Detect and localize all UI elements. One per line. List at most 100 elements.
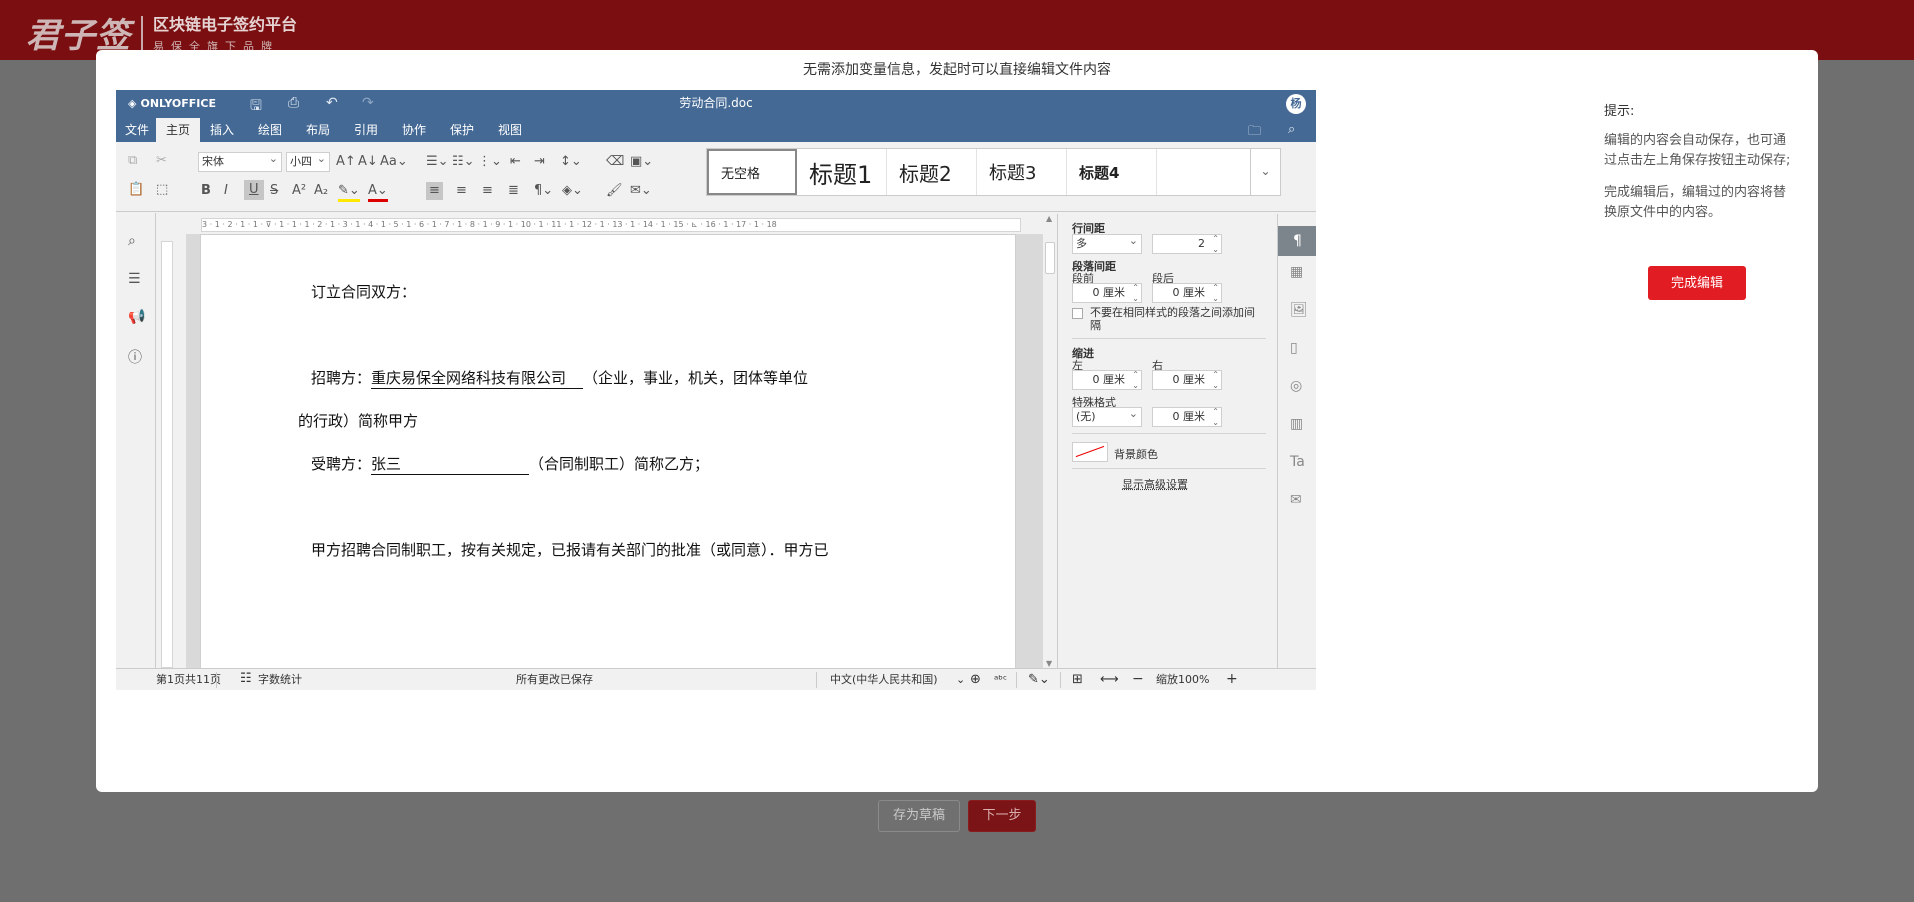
special-format-amount[interactable]: 0 厘米	[1152, 406, 1222, 428]
page-counter[interactable]: 第1页共11页	[156, 669, 221, 690]
shading-icon[interactable]: ◈⌄	[562, 183, 583, 199]
table-settings-icon[interactable]: ▦	[1290, 264, 1303, 280]
zoom-out-icon[interactable]: −	[1132, 669, 1144, 690]
shape-settings-icon[interactable]: ◎	[1290, 378, 1302, 394]
save-draft-button[interactable]: 存为草稿	[878, 800, 960, 832]
increase-indent-icon[interactable]: ⇥	[534, 154, 545, 170]
spellcheck-icon[interactable]: ᵃᵇᶜ	[994, 669, 1007, 690]
fit-page-icon[interactable]: ⊞	[1072, 669, 1083, 690]
navigation-icon[interactable]: ☰	[128, 271, 141, 287]
increase-font-icon[interactable]: A↑	[336, 154, 356, 170]
paste-icon[interactable]: 📋	[128, 182, 144, 198]
select-all-icon[interactable]: ⬚	[156, 182, 168, 198]
numbering-icon[interactable]: ☷⌄	[452, 154, 475, 170]
language-select[interactable]: 中文(中华人民共和国)	[830, 669, 938, 690]
open-folder-icon[interactable]: 🗀	[1248, 122, 1261, 144]
menu-view[interactable]: 视图	[490, 118, 530, 142]
bold-icon[interactable]: B	[201, 183, 211, 199]
color-scheme-icon[interactable]: ▣⌄	[630, 154, 653, 170]
highlight-icon[interactable]: ✎⌄	[338, 183, 360, 202]
employer-field[interactable]: 重庆易保全网络科技有限公司	[371, 367, 584, 389]
next-step-button[interactable]: 下一步	[968, 800, 1036, 832]
search-icon[interactable]: ⌕	[1288, 122, 1295, 137]
decrease-font-icon[interactable]: A↓	[358, 154, 378, 170]
feedback-icon[interactable]: 📢	[128, 309, 145, 325]
logo-divider	[141, 15, 143, 50]
mail-merge-icon[interactable]: ✉⌄	[630, 183, 652, 199]
spacing-after-input[interactable]: 0 厘米	[1152, 282, 1222, 304]
superscript-icon[interactable]: A²	[292, 183, 306, 199]
image-settings-icon[interactable]: 🖼	[1290, 302, 1308, 318]
menu-protect[interactable]: 保护	[442, 118, 482, 142]
style-heading1[interactable]: 标题1	[797, 149, 887, 195]
menu-home[interactable]: 主页	[156, 118, 200, 142]
indent-left-input[interactable]: 0 厘米	[1072, 369, 1142, 391]
menu-references[interactable]: 引用	[346, 118, 386, 142]
employee-field[interactable]: 张三	[371, 453, 530, 475]
paragraph-marks-icon[interactable]: ¶⌄	[534, 183, 553, 199]
header-footer-icon[interactable]: ▯	[1290, 340, 1298, 356]
align-right-icon[interactable]: ≡	[482, 183, 493, 199]
style-heading4[interactable]: 标题4	[1067, 149, 1157, 195]
zoom-level[interactable]: 缩放100%	[1156, 669, 1209, 690]
background-color-picker[interactable]	[1072, 442, 1108, 462]
special-format-select[interactable]: (无)	[1072, 405, 1142, 427]
underline-icon[interactable]: U	[244, 180, 264, 200]
subscript-icon[interactable]: A₂	[314, 183, 328, 199]
no-spacing-checkbox[interactable]	[1072, 308, 1083, 319]
menu-file[interactable]: 文件	[120, 118, 154, 142]
scroll-down-icon[interactable]: ▼	[1046, 659, 1052, 668]
advanced-settings-link[interactable]: 显示高级设置	[1122, 476, 1188, 492]
align-center-icon[interactable]: ≡	[456, 183, 467, 199]
user-avatar[interactable]: 杨	[1286, 94, 1306, 114]
scroll-up-icon[interactable]: ▲	[1046, 214, 1052, 223]
document-scrollbar[interactable]: ▲ ▼	[1043, 214, 1057, 668]
menu-draw[interactable]: 绘图	[250, 118, 290, 142]
word-count-icon[interactable]: ☷	[240, 668, 252, 689]
justify-icon[interactable]: ≣	[508, 183, 519, 199]
document-page[interactable]: 订立合同双方： 招聘方： 重庆易保全网络科技有限公司 （企业，事业，机关，团体等…	[200, 234, 1016, 668]
line-spacing-type-select[interactable]: 多	[1072, 232, 1142, 254]
clear-style-icon[interactable]: ⌫	[606, 154, 624, 170]
font-size-select[interactable]: 小四	[286, 150, 330, 172]
line-spacing-icon[interactable]: ↕⌄	[560, 154, 582, 170]
indent-right-input[interactable]: 0 厘米	[1152, 369, 1222, 391]
language-dropdown-icon[interactable]: ⌄	[956, 669, 965, 690]
font-color-icon[interactable]: A⌄	[368, 183, 388, 202]
paragraph-settings-icon[interactable]: ¶	[1278, 226, 1316, 256]
copy-icon[interactable]: ⧉	[128, 153, 137, 169]
copy-style-icon[interactable]: 🖌	[606, 183, 623, 199]
strikethrough-icon[interactable]: S	[270, 183, 278, 199]
globe-icon[interactable]: ⊕	[970, 669, 981, 690]
cut-icon[interactable]: ✂	[156, 153, 167, 169]
horizontal-ruler[interactable]: 3 · 1 · 2 · 1 · 1 · ⊽ · 1 · 1 · 1 · 2 · …	[201, 218, 1021, 232]
zoom-in-icon[interactable]: +	[1226, 669, 1238, 690]
menu-insert[interactable]: 插入	[202, 118, 242, 142]
scroll-thumb[interactable]	[1045, 242, 1055, 274]
style-heading2[interactable]: 标题2	[887, 149, 977, 195]
track-changes-icon[interactable]: ✎⌄	[1028, 669, 1050, 690]
spacing-before-input[interactable]: 0 厘米	[1072, 282, 1142, 304]
bullets-icon[interactable]: ☰⌄	[426, 154, 449, 170]
finish-edit-button[interactable]: 完成编辑	[1648, 266, 1746, 300]
find-icon[interactable]: ⌕	[128, 233, 136, 249]
decrease-indent-icon[interactable]: ⇤	[510, 154, 521, 170]
style-expand-icon[interactable]: ⌄	[1250, 149, 1280, 195]
style-heading3[interactable]: 标题3	[977, 149, 1067, 195]
change-case-icon[interactable]: Aa⌄	[380, 154, 408, 170]
chart-settings-icon[interactable]: ▥	[1290, 416, 1303, 432]
font-family-select[interactable]: 宋体	[198, 150, 282, 172]
word-count-label[interactable]: 字数统计	[258, 669, 302, 690]
italic-icon[interactable]: I	[224, 183, 228, 199]
mail-merge-settings-icon[interactable]: ✉	[1290, 492, 1302, 508]
about-icon[interactable]: ⓘ	[128, 347, 142, 367]
textart-settings-icon[interactable]: Ta	[1290, 454, 1305, 470]
fit-width-icon[interactable]: ⟷	[1100, 669, 1119, 690]
menu-collaborate[interactable]: 协作	[394, 118, 434, 142]
menu-layout[interactable]: 布局	[298, 118, 338, 142]
style-no-spacing[interactable]: 无空格	[707, 149, 797, 195]
line-spacing-value[interactable]: 2	[1152, 233, 1222, 255]
align-left-icon[interactable]: ≡	[426, 182, 443, 200]
document-area[interactable]: 订立合同双方： 招聘方： 重庆易保全网络科技有限公司 （企业，事业，机关，团体等…	[186, 234, 1049, 668]
multilevel-icon[interactable]: ⋮⌄	[478, 154, 502, 170]
